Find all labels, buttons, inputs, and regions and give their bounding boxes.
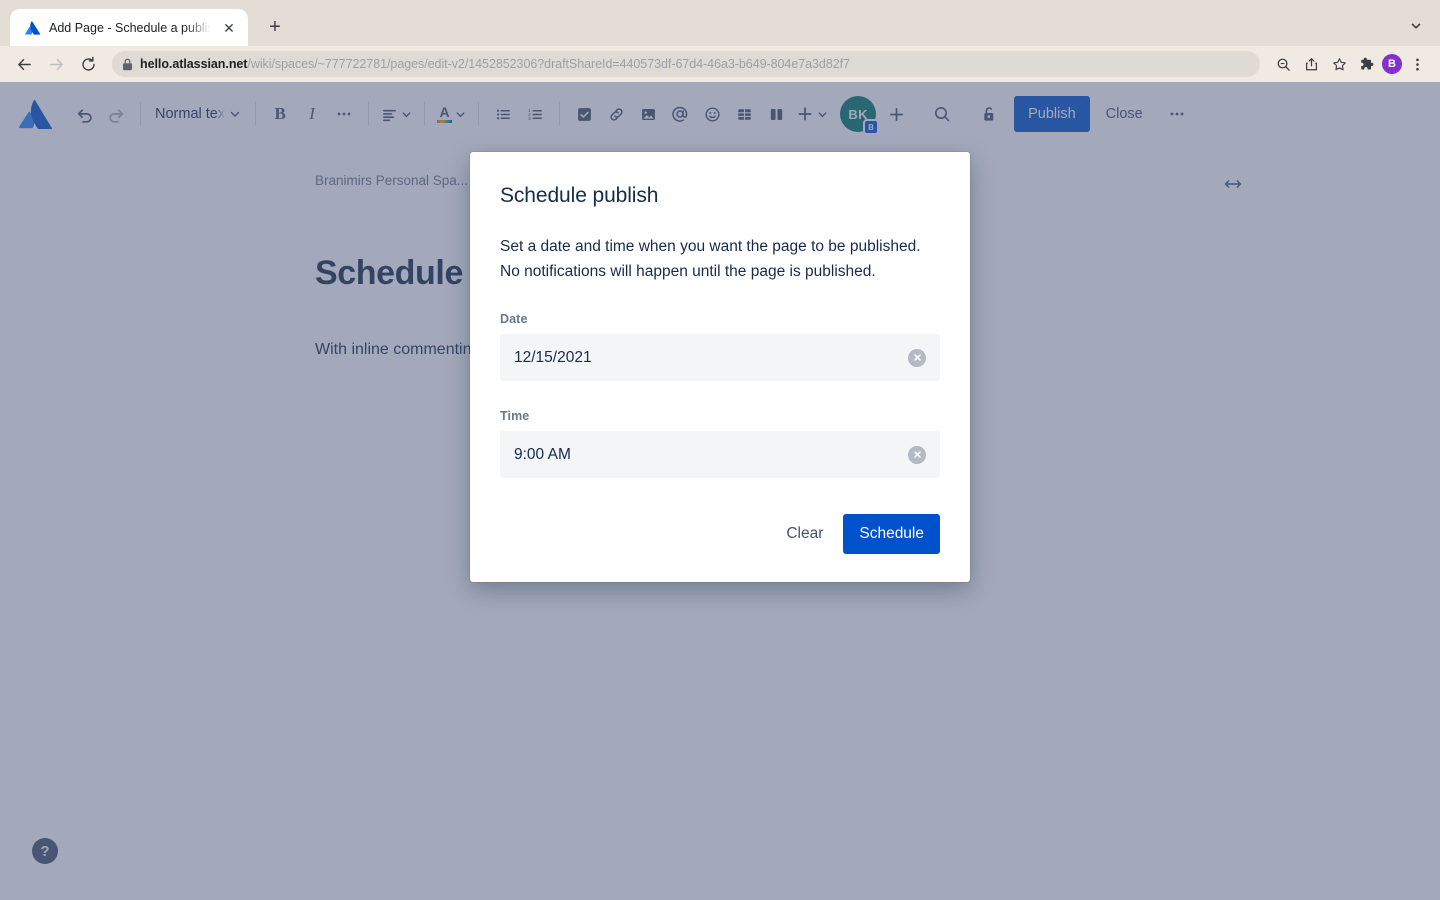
clear-button[interactable]: Clear <box>772 514 837 554</box>
share-icon[interactable] <box>1298 51 1324 77</box>
site-info-lock-icon[interactable] <box>122 58 133 71</box>
reload-icon[interactable] <box>74 50 102 78</box>
browser-tab[interactable]: Add Page - Schedule a publish ✕ <box>10 9 248 46</box>
clear-x-icon[interactable] <box>908 445 926 464</box>
new-tab-button[interactable]: + <box>260 12 290 42</box>
profile-avatar[interactable]: B <box>1382 54 1402 74</box>
three-dot-menu-icon[interactable] <box>1404 51 1430 77</box>
tab-strip: Add Page - Schedule a publish ✕ + <box>0 0 1440 46</box>
address-bar[interactable]: hello.atlassian.net/wiki/spaces/~7777227… <box>112 51 1260 77</box>
clear-x-icon[interactable] <box>908 348 926 367</box>
toolbar-actions: B <box>1270 51 1430 77</box>
browser-window: Add Page - Schedule a publish ✕ + hello.… <box>0 0 1440 900</box>
time-value: 9:00 AM <box>514 445 571 463</box>
star-bookmark-icon[interactable] <box>1326 51 1352 77</box>
back-icon[interactable] <box>10 50 38 78</box>
forward-icon <box>42 50 70 78</box>
dialog-description: Set a date and time when you want the pa… <box>500 238 921 280</box>
schedule-publish-dialog: Schedule publish Set a date and time whe… <box>470 152 970 582</box>
chevron-down-icon[interactable] <box>1402 12 1430 40</box>
url-domain: hello.atlassian.net <box>140 57 248 71</box>
zoom-search-icon[interactable] <box>1270 51 1296 77</box>
schedule-button[interactable]: Schedule <box>843 514 940 554</box>
date-label: Date <box>500 312 528 326</box>
date-input[interactable]: 12/15/2021 <box>500 334 940 381</box>
time-label: Time <box>500 409 530 423</box>
url-text: hello.atlassian.net/wiki/spaces/~7777227… <box>140 57 850 71</box>
time-field-group: Time 9:00 AM <box>500 409 940 478</box>
time-input[interactable]: 9:00 AM <box>500 431 940 478</box>
tab-title: Add Page - Schedule a publish <box>49 20 211 35</box>
dialog-title: Schedule publish <box>500 184 659 207</box>
atlassian-favicon <box>24 20 40 36</box>
puzzle-extensions-icon[interactable] <box>1354 51 1380 77</box>
browser-toolbar: hello.atlassian.net/wiki/spaces/~7777227… <box>0 46 1440 82</box>
date-field-group: Date 12/15/2021 <box>500 312 940 381</box>
close-icon[interactable]: ✕ <box>220 19 238 37</box>
url-path: /wiki/spaces/~777722781/pages/edit-v2/14… <box>247 57 850 71</box>
dialog-actions: Clear Schedule <box>500 514 940 554</box>
date-value: 12/15/2021 <box>514 348 592 366</box>
